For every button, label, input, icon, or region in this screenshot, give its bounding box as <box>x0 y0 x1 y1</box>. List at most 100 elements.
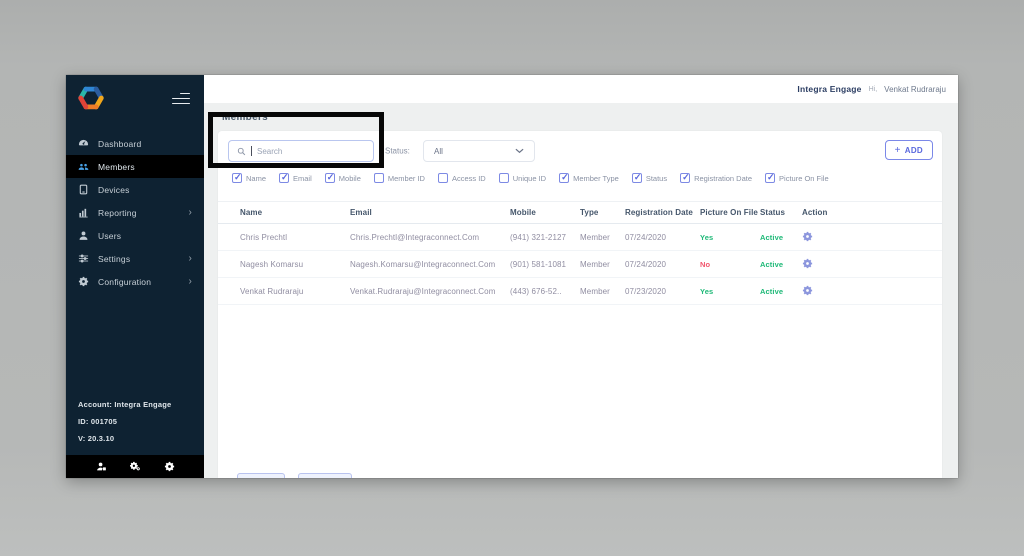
sidebar-toggle-icon[interactable] <box>172 92 190 105</box>
sidebar-item-devices[interactable]: Devices <box>66 178 204 201</box>
checkbox-icon[interactable] <box>559 172 570 183</box>
sidebar-item-users[interactable]: Users <box>66 224 204 247</box>
cell-email: Nagesh.Komarsu@Integraconnect.Com <box>350 259 496 269</box>
column-filter[interactable]: Mobile <box>324 172 361 183</box>
table-controls: Status: All ADD <box>218 131 942 171</box>
checkbox-icon[interactable] <box>232 172 242 183</box>
app-version: V: 20.3.10 <box>78 434 115 443</box>
user-name[interactable]: Venkat Rudraraju <box>884 85 946 94</box>
screenshot-stage: Dashboard Members Devices Reporting › Us… <box>0 0 1024 556</box>
column-filter[interactable]: Member ID <box>373 173 425 183</box>
column-header: Picture On File <box>700 208 758 217</box>
checkbox-icon[interactable] <box>765 172 776 183</box>
checkbox-icon[interactable] <box>631 172 642 183</box>
search-icon <box>237 147 246 155</box>
cell-email: Chris.Prechtl@Integraconnect.Com <box>350 232 480 242</box>
search-box[interactable] <box>228 140 374 162</box>
pagination-button[interactable] <box>237 473 285 478</box>
sidebar-item-reporting[interactable]: Reporting <box>66 201 204 224</box>
cell-mobile: (443) 676-52.. <box>510 286 562 296</box>
column-filter-label: Member Type <box>573 173 619 183</box>
column-filter[interactable]: Email <box>279 172 312 183</box>
cell-name: Venkat Rudraraju <box>240 286 304 296</box>
members-icon <box>78 161 89 172</box>
add-member-button[interactable]: ADD <box>884 140 933 160</box>
checkbox-icon[interactable] <box>680 172 691 183</box>
column-header: Registration Date <box>625 208 693 217</box>
column-header: Type <box>580 208 599 217</box>
table-row[interactable]: Chris Prechtl Chris.Prechtl@Integraconne… <box>218 224 942 251</box>
column-filter-label: Email <box>293 173 312 183</box>
devices-icon <box>78 184 89 195</box>
chevron-right-icon <box>188 208 192 218</box>
column-filter-label: Member ID <box>387 173 425 183</box>
sidebar-item-members[interactable]: Members <box>66 155 204 178</box>
sidebar: Dashboard Members Devices Reporting › Us… <box>66 75 204 478</box>
chevron-down-icon <box>515 148 524 154</box>
status-dropdown[interactable]: All <box>423 140 535 162</box>
column-filter-label: Registration Date <box>694 173 753 183</box>
gear-icon[interactable] <box>164 461 175 472</box>
column-filters: Name Email Mobile Member ID Acce <box>232 172 829 183</box>
configuration-icon <box>78 276 89 287</box>
chevron-right-icon <box>188 254 192 264</box>
sidebar-bottom-bar <box>66 455 204 478</box>
search-input[interactable] <box>257 146 365 156</box>
greeting-text: Hi, <box>868 85 878 93</box>
checkbox-icon[interactable] <box>373 173 384 183</box>
column-filter[interactable]: Name <box>232 172 267 183</box>
sidebar-item-settings[interactable]: Settings <box>66 247 204 270</box>
app-window: Dashboard Members Devices Reporting › Us… <box>66 75 958 478</box>
chevron-right-icon <box>188 277 192 287</box>
column-filter-label: Access ID <box>451 173 486 183</box>
cell-picture-on-file: Yes <box>700 232 714 242</box>
page-title: Members <box>222 111 269 123</box>
cell-type: Member <box>580 259 610 269</box>
column-header: Name <box>240 208 263 217</box>
checkbox-icon[interactable] <box>324 172 335 183</box>
column-header: Email <box>350 208 372 217</box>
row-actions-gear-icon[interactable] <box>802 258 814 270</box>
cell-picture-on-file: No <box>700 259 711 269</box>
cell-type: Member <box>580 232 610 242</box>
column-filter[interactable]: Access ID <box>437 173 486 183</box>
checkbox-icon[interactable] <box>279 172 290 183</box>
account-info: Account: Integra Engage ID: 001705 V: 20… <box>78 396 171 447</box>
sidebar-item-configuration[interactable]: Configuration <box>66 270 204 293</box>
main-area: Integra Engage Hi, Venkat Rudraraju Memb… <box>204 75 958 478</box>
column-filter[interactable]: Member Type <box>559 172 619 183</box>
table-row[interactable]: Nagesh Komarsu Nagesh.Komarsu@Integracon… <box>218 251 942 278</box>
column-filter-label: Status <box>645 173 668 183</box>
cell-name: Nagesh Komarsu <box>240 259 304 269</box>
gears-icon[interactable] <box>129 461 141 472</box>
column-filter[interactable]: Status <box>631 172 668 183</box>
row-actions-gear-icon[interactable] <box>802 285 814 297</box>
user-settings-icon[interactable] <box>96 461 107 472</box>
account-name: Account: Integra Engage <box>78 400 172 409</box>
pagination-button[interactable] <box>298 473 352 478</box>
column-filter-label: Name <box>246 173 267 183</box>
cell-status: Active <box>760 286 784 296</box>
sidebar-nav: Dashboard Members Devices Reporting › Us… <box>66 132 204 293</box>
cell-type: Member <box>580 286 610 296</box>
column-filter[interactable]: Registration Date <box>680 172 753 183</box>
row-actions-gear-icon[interactable] <box>802 231 814 243</box>
status-filter-label: Status: <box>385 146 410 156</box>
column-filter[interactable]: Picture On File <box>765 172 829 183</box>
checkbox-icon[interactable] <box>498 173 509 183</box>
members-card: Status: All ADD Name Email <box>218 131 942 478</box>
table-row[interactable]: Venkat Rudraraju Venkat.Rudraraju@Integr… <box>218 278 942 305</box>
reporting-icon <box>78 207 89 218</box>
sidebar-item-label: Members <box>98 161 135 172</box>
cell-picture-on-file: Yes <box>700 286 714 296</box>
members-table: Name Email Mobile Type Registration Date Pict… <box>218 201 942 305</box>
settings-icon <box>78 253 89 264</box>
cell-registration-date: 07/23/2020 <box>625 286 667 296</box>
sidebar-item-dashboard[interactable]: Dashboard <box>66 132 204 155</box>
status-dropdown-value: All <box>434 146 443 156</box>
checkbox-icon[interactable] <box>437 173 448 183</box>
column-filter[interactable]: Unique ID <box>498 173 546 183</box>
sidebar-item-label: Devices <box>98 184 130 195</box>
column-header: Mobile <box>510 208 536 217</box>
account-id: ID: 001705 <box>78 417 118 426</box>
